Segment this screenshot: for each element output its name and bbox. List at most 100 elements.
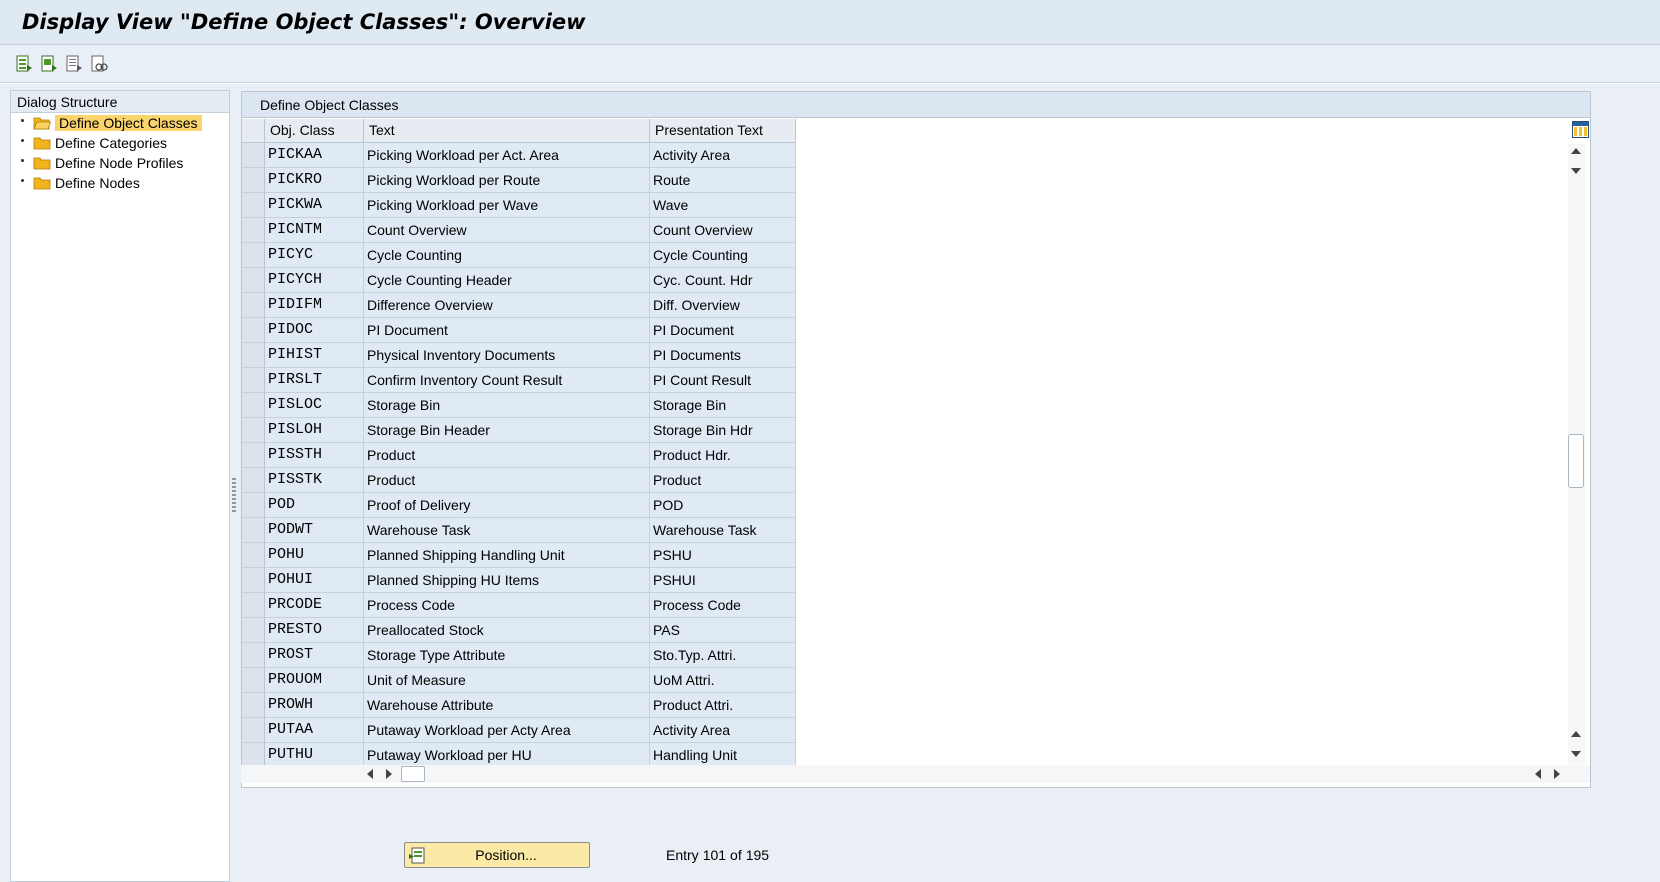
application-toolbar — [0, 45, 1660, 83]
table-row[interactable]: PROWH Warehouse Attribute Product Attri. — [242, 693, 796, 718]
cell-obj-class: POHU — [265, 543, 364, 568]
row-selector[interactable] — [242, 493, 265, 518]
row-selector[interactable] — [242, 593, 265, 618]
select-all-rows-cell[interactable] — [242, 119, 265, 143]
tree-item-define-object-classes[interactable]: Define Object Classes — [11, 113, 229, 133]
scroll-page-up-icon[interactable] — [1571, 731, 1581, 737]
column-header-obj-class[interactable]: Obj. Class — [265, 119, 364, 143]
row-selector[interactable] — [242, 568, 265, 593]
table-row[interactable]: PROUOM Unit of Measure UoM Attri. — [242, 668, 796, 693]
cell-text: Proof of Delivery — [364, 493, 650, 518]
row-selector[interactable] — [242, 718, 265, 743]
horizontal-scrollbar[interactable] — [241, 765, 1590, 783]
tree-item-define-node-profiles[interactable]: Define Node Profiles — [11, 153, 229, 173]
table-row[interactable]: PICNTM Count Overview Count Overview — [242, 218, 796, 243]
tree-bullet-icon — [21, 159, 24, 162]
table-row[interactable]: PICYCH Cycle Counting Header Cyc. Count. H… — [242, 268, 796, 293]
row-selector[interactable] — [242, 618, 265, 643]
table-row[interactable]: PIDIFM Difference Overview Diff. Overview — [242, 293, 796, 318]
table-row[interactable]: PICYC Cycle Counting Cycle Counting — [242, 243, 796, 268]
cell-text: Product — [364, 468, 650, 493]
table-row[interactable]: PICKAA Picking Workload per Act. Area Acti… — [242, 143, 796, 168]
row-selector[interactable] — [242, 668, 265, 693]
row-selector[interactable] — [242, 268, 265, 293]
scroll-page-down-icon[interactable] — [1571, 751, 1581, 757]
table-row[interactable]: PIHIST Physical Inventory Documents PI Doc… — [242, 343, 796, 368]
table-row[interactable]: POHUI Planned Shipping HU Items PSHUI — [242, 568, 796, 593]
pane-splitter[interactable] — [232, 478, 236, 514]
row-selector[interactable] — [242, 318, 265, 343]
find-icon[interactable] — [88, 53, 110, 75]
table-row[interactable]: PROST Storage Type Attribute Sto.Typ. Attr… — [242, 643, 796, 668]
table-row[interactable]: PRCODE Process Code Process Code — [242, 593, 796, 618]
vertical-scroll-thumb[interactable] — [1568, 434, 1584, 488]
cell-obj-class: PICKWA — [265, 193, 364, 218]
cell-obj-class: PIRSLT — [265, 368, 364, 393]
cell-text: Physical Inventory Documents — [364, 343, 650, 368]
table-row[interactable]: PUTAA Putaway Workload per Acty Area Activ… — [242, 718, 796, 743]
cell-text: Planned Shipping Handling Unit — [364, 543, 650, 568]
scroll-down-icon[interactable] — [1571, 168, 1581, 174]
row-selector[interactable] — [242, 693, 265, 718]
table-row[interactable]: PODWT Warehouse Task Warehouse Task — [242, 518, 796, 543]
cell-obj-class: PISSTH — [265, 443, 364, 468]
table-row[interactable]: PISSTH Product Product Hdr. — [242, 443, 796, 468]
row-selector[interactable] — [242, 343, 265, 368]
scroll-right-icon[interactable] — [386, 769, 392, 779]
scroll-far-right-icon[interactable] — [1554, 769, 1560, 779]
row-selector[interactable] — [242, 143, 265, 168]
cell-presentation-text: Activity Area — [650, 143, 796, 168]
row-selector[interactable] — [242, 468, 265, 493]
row-selector[interactable] — [242, 193, 265, 218]
table-row[interactable]: PISLOC Storage Bin Storage Bin — [242, 393, 796, 418]
folder-icon — [33, 117, 51, 130]
row-selector[interactable] — [242, 443, 265, 468]
table-row[interactable]: PICKRO Picking Workload per Route Route — [242, 168, 796, 193]
cell-obj-class: PISLOC — [265, 393, 364, 418]
row-selector[interactable] — [242, 643, 265, 668]
row-selector[interactable] — [242, 518, 265, 543]
row-selector[interactable] — [242, 218, 265, 243]
position-button[interactable]: Position... — [404, 842, 590, 868]
cell-presentation-text: Warehouse Task — [650, 518, 796, 543]
table-row[interactable]: PRESTO Preallocated Stock PAS — [242, 618, 796, 643]
tree-bullet-icon — [21, 139, 24, 142]
table-settings-icon[interactable] — [1572, 121, 1589, 138]
row-selector[interactable] — [242, 418, 265, 443]
cell-obj-class: PODWT — [265, 518, 364, 543]
table-row[interactable]: POHU Planned Shipping Handling Unit PSHU — [242, 543, 796, 568]
cell-text: Picking Workload per Act. Area — [364, 143, 650, 168]
cell-obj-class: PIHIST — [265, 343, 364, 368]
row-selector[interactable] — [242, 168, 265, 193]
select-all-icon[interactable] — [13, 53, 35, 75]
cell-obj-class: PICNTM — [265, 218, 364, 243]
table-row[interactable]: PISLOH Storage Bin Header Storage Bin Hdr — [242, 418, 796, 443]
row-selector[interactable] — [242, 293, 265, 318]
scroll-up-icon[interactable] — [1571, 148, 1581, 154]
deselect-all-icon[interactable] — [63, 53, 85, 75]
row-selector[interactable] — [242, 393, 265, 418]
tree-item-label: Define Node Profiles — [55, 155, 184, 171]
table-row[interactable]: PIDOC PI Document PI Document — [242, 318, 796, 343]
select-block-icon[interactable] — [38, 53, 60, 75]
vertical-scrollbar[interactable] — [1568, 144, 1585, 764]
column-header-presentation-text[interactable]: Presentation Text — [650, 119, 796, 143]
row-selector[interactable] — [242, 543, 265, 568]
scroll-left-icon[interactable] — [367, 769, 373, 779]
horizontal-scroll-thumb[interactable] — [401, 766, 425, 782]
table-row[interactable]: PIRSLT Confirm Inventory Count Result PI C… — [242, 368, 796, 393]
cell-obj-class: POHUI — [265, 568, 364, 593]
table-row[interactable]: PISSTK Product Product — [242, 468, 796, 493]
tree-item-define-nodes[interactable]: Define Nodes — [11, 173, 229, 193]
cell-text: Confirm Inventory Count Result — [364, 368, 650, 393]
position-button-label: Position... — [475, 847, 537, 863]
entry-total: 195 — [745, 847, 770, 863]
row-selector[interactable] — [242, 243, 265, 268]
cell-obj-class: POD — [265, 493, 364, 518]
row-selector[interactable] — [242, 368, 265, 393]
table-row[interactable]: POD Proof of Delivery POD — [242, 493, 796, 518]
scroll-far-left-icon[interactable] — [1535, 769, 1541, 779]
column-header-text[interactable]: Text — [364, 119, 650, 143]
table-row[interactable]: PICKWA Picking Workload per Wave Wave — [242, 193, 796, 218]
tree-item-define-categories[interactable]: Define Categories — [11, 133, 229, 153]
